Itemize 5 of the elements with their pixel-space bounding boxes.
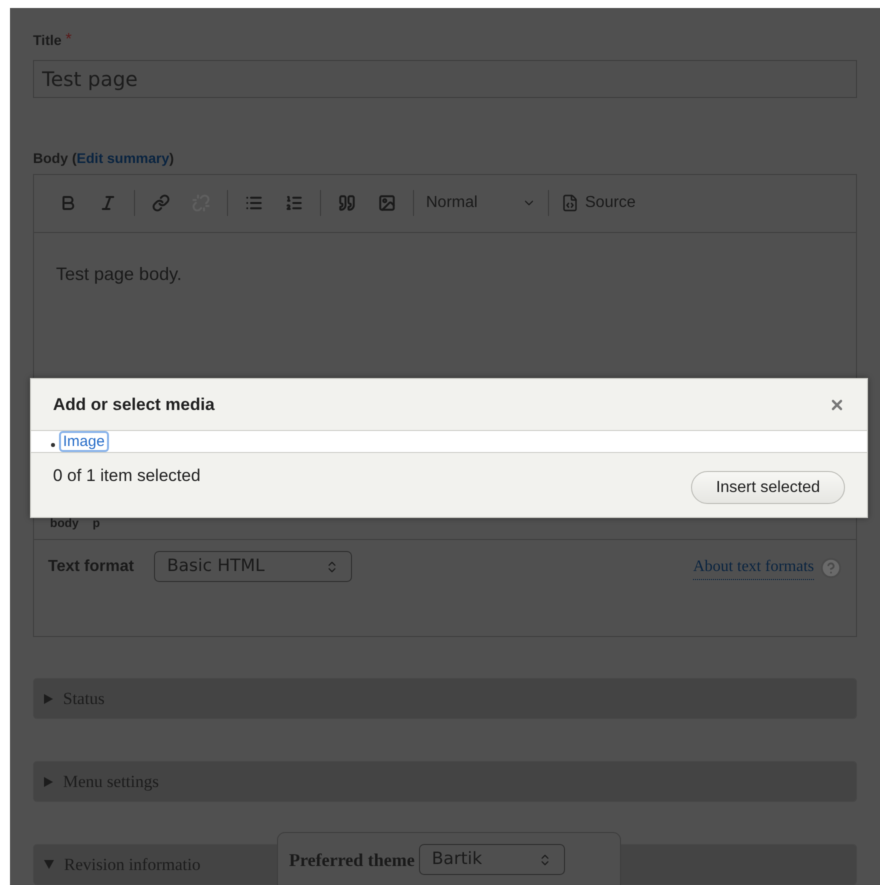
punctuation: ) bbox=[169, 148, 174, 168]
selection-count: 0 of 1 item selected bbox=[53, 465, 200, 487]
required-mark: * bbox=[66, 30, 72, 50]
dialog-title: Add or select media bbox=[53, 394, 215, 416]
punctuation: ( bbox=[72, 148, 77, 168]
